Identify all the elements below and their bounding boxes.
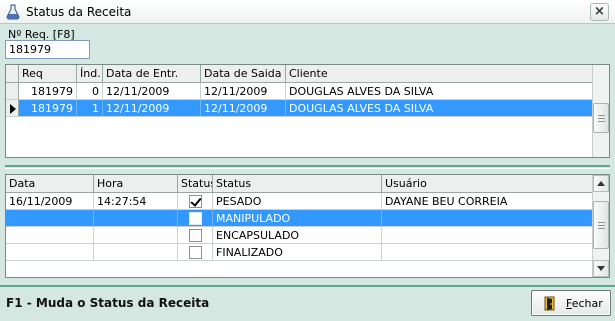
col-header-data-saida[interactable]: Data de Saida — [201, 65, 286, 82]
row-indicator — [6, 100, 19, 117]
help-text: F1 - Muda o Status da Receita — [6, 296, 210, 310]
col-header-usuario[interactable]: Usuário — [382, 175, 593, 192]
cell-usuario — [382, 210, 593, 227]
cell-status-check — [178, 193, 213, 210]
fechar-label: Fechar — [566, 297, 603, 310]
arrow-down-icon — [597, 266, 605, 271]
splitter[interactable] — [5, 165, 610, 169]
status-grid[interactable]: Data Hora Status Status Usuário 16/11/20… — [5, 174, 610, 278]
table-row-selected[interactable]: MANIPULADO — [6, 210, 593, 227]
title-bar: Status da Receita × — [0, 0, 615, 24]
cell-hora — [94, 227, 178, 244]
cell-status: ENCAPSULADO — [213, 227, 382, 244]
table-row[interactable]: ENCAPSULADO — [6, 227, 593, 244]
cell-data-entrada: 12/11/2009 — [103, 100, 201, 117]
cell-data: 16/11/2009 — [6, 193, 94, 210]
fechar-button[interactable]: Fechar — [531, 290, 611, 316]
cell-usuario — [382, 227, 593, 244]
cell-data — [6, 210, 94, 227]
scroll-down-button[interactable] — [593, 260, 609, 277]
col-header-status[interactable]: Status — [213, 175, 382, 192]
receitas-grid-header: Req Índ. Data de Entr. Data de Saida Cli… — [6, 65, 594, 83]
row-indicator-header — [6, 65, 19, 82]
status-checkbox[interactable] — [189, 246, 202, 259]
scroll-up-button[interactable] — [593, 175, 609, 192]
cell-status-check — [178, 227, 213, 244]
flask-icon — [6, 4, 20, 20]
cell-status: PESADO — [213, 193, 382, 210]
footer-divider — [0, 285, 615, 287]
col-header-data[interactable]: Data — [6, 175, 94, 192]
receitas-vertical-scrollbar[interactable] — [592, 65, 609, 157]
receitas-grid[interactable]: Req Índ. Data de Entr. Data de Saida Cli… — [5, 64, 610, 158]
table-row-selected[interactable]: 181979 1 12/11/2009 12/11/2009 DOUGLAS A… — [6, 100, 594, 117]
col-header-hora[interactable]: Hora — [94, 175, 178, 192]
arrow-up-icon — [597, 181, 605, 186]
cell-data-entrada: 12/11/2009 — [103, 83, 201, 100]
cell-cliente: DOUGLAS ALVES DA SILVA — [286, 83, 594, 100]
cell-status: MANIPULADO — [213, 210, 382, 227]
status-vertical-scrollbar[interactable] — [592, 175, 609, 277]
col-header-status-check[interactable]: Status — [178, 175, 213, 192]
cell-ind: 0 — [77, 83, 103, 100]
status-checkbox[interactable] — [189, 212, 202, 225]
col-header-data-entrada[interactable]: Data de Entr. — [103, 65, 201, 82]
scrollbar-thumb[interactable] — [593, 201, 609, 249]
cell-hora — [94, 210, 178, 227]
col-header-ind[interactable]: Índ. — [77, 65, 103, 82]
window-title: Status da Receita — [26, 5, 132, 19]
req-number-input[interactable] — [5, 40, 90, 59]
cell-ind: 1 — [77, 100, 103, 117]
cell-status: FINALIZADO — [213, 244, 382, 261]
cell-req: 181979 — [19, 83, 77, 100]
cell-data — [6, 227, 94, 244]
cell-status-check — [178, 244, 213, 261]
cell-usuario — [382, 244, 593, 261]
table-row[interactable]: 16/11/2009 14:27:54 PESADO DAYANE BEU CO… — [6, 193, 593, 210]
cell-usuario: DAYANE BEU CORREIA — [382, 193, 593, 210]
table-row[interactable]: 181979 0 12/11/2009 12/11/2009 DOUGLAS A… — [6, 83, 594, 100]
cell-hora: 14:27:54 — [94, 193, 178, 210]
current-row-arrow-icon — [10, 104, 16, 114]
col-header-cliente[interactable]: Cliente — [286, 65, 594, 82]
scrollbar-thumb[interactable] — [593, 103, 609, 133]
cell-hora — [94, 244, 178, 261]
door-exit-icon — [544, 296, 555, 311]
status-grid-header: Data Hora Status Status Usuário — [6, 175, 593, 193]
cell-data-saida: 12/11/2009 — [201, 83, 286, 100]
close-icon: × — [594, 4, 605, 19]
status-checkbox[interactable] — [189, 195, 202, 208]
window-close-button[interactable]: × — [590, 3, 609, 21]
col-header-req[interactable]: Req — [19, 65, 77, 82]
cell-data-saida: 12/11/2009 — [201, 100, 286, 117]
table-row[interactable]: FINALIZADO — [6, 244, 593, 261]
cell-data — [6, 244, 94, 261]
row-indicator — [6, 83, 19, 100]
cell-cliente: DOUGLAS ALVES DA SILVA — [286, 100, 594, 117]
cell-status-check — [178, 210, 213, 227]
status-checkbox[interactable] — [189, 229, 202, 242]
cell-req: 181979 — [19, 100, 77, 117]
